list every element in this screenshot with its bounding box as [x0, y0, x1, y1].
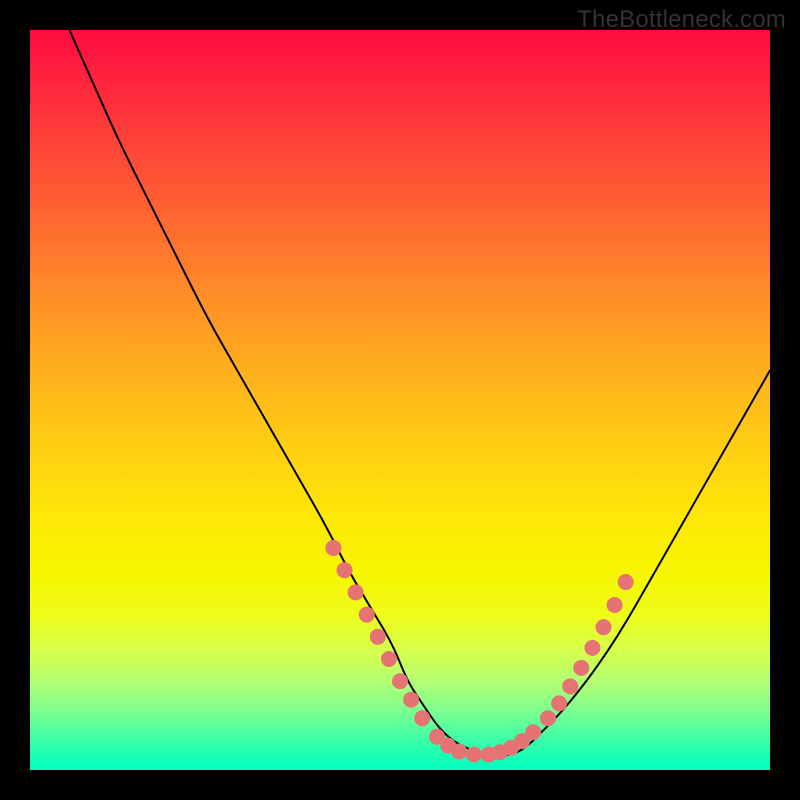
plot-area	[30, 30, 770, 770]
data-point	[540, 710, 556, 726]
data-point	[618, 574, 634, 590]
curve-layer	[30, 30, 770, 770]
data-point	[607, 597, 623, 613]
data-point	[359, 607, 375, 623]
data-point	[348, 584, 364, 600]
data-point	[562, 678, 578, 694]
data-point	[370, 629, 386, 645]
bottleneck-curve	[60, 30, 770, 755]
data-point	[596, 619, 612, 635]
data-point	[573, 660, 589, 676]
data-point	[392, 673, 408, 689]
data-point	[414, 710, 430, 726]
data-point	[551, 695, 567, 711]
data-point	[525, 724, 541, 740]
data-point	[381, 651, 397, 667]
data-point	[337, 562, 353, 578]
data-point	[466, 746, 482, 762]
data-point	[325, 540, 341, 556]
data-point	[584, 640, 600, 656]
watermark-text: TheBottleneck.com	[577, 6, 786, 34]
data-point	[403, 692, 419, 708]
chart-stage: TheBottleneck.com	[0, 0, 800, 800]
data-point	[451, 744, 467, 760]
